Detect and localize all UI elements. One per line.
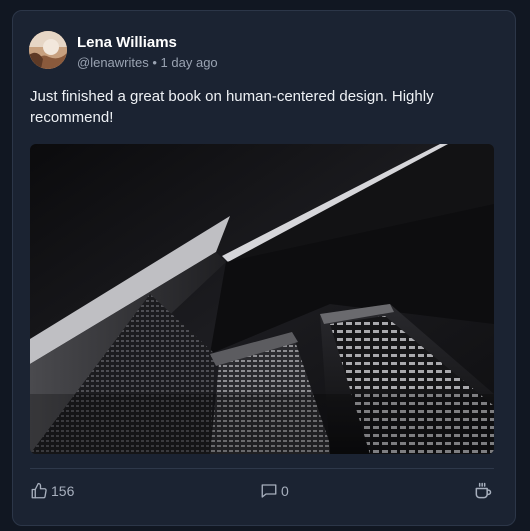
author-handle[interactable]: @lenawrites: [77, 55, 149, 70]
comment-count: 0: [281, 483, 289, 499]
like-button[interactable]: 156: [30, 481, 74, 501]
like-count: 156: [51, 483, 75, 499]
post-body: Just finished a great book on human-cent…: [30, 88, 434, 126]
post-image[interactable]: [30, 144, 494, 454]
avatar-image: [29, 31, 67, 69]
comment-icon: [260, 482, 278, 500]
meta-separator: •: [152, 55, 157, 70]
share-button[interactable]: [473, 481, 493, 501]
coffee-cup-icon: [473, 481, 493, 501]
thumbs-up-icon: [30, 482, 48, 500]
post-timestamp[interactable]: 1 day ago: [161, 55, 218, 70]
post-card: Lena Williams @lenawrites • 1 day ago Ju…: [12, 10, 516, 526]
architecture-photo: [30, 144, 494, 454]
avatar[interactable]: [29, 31, 67, 69]
comment-button[interactable]: 0: [260, 481, 289, 501]
post-meta: @lenawrites • 1 day ago: [77, 55, 218, 71]
actions-divider: [30, 468, 494, 469]
author-name[interactable]: Lena Williams: [77, 34, 177, 52]
